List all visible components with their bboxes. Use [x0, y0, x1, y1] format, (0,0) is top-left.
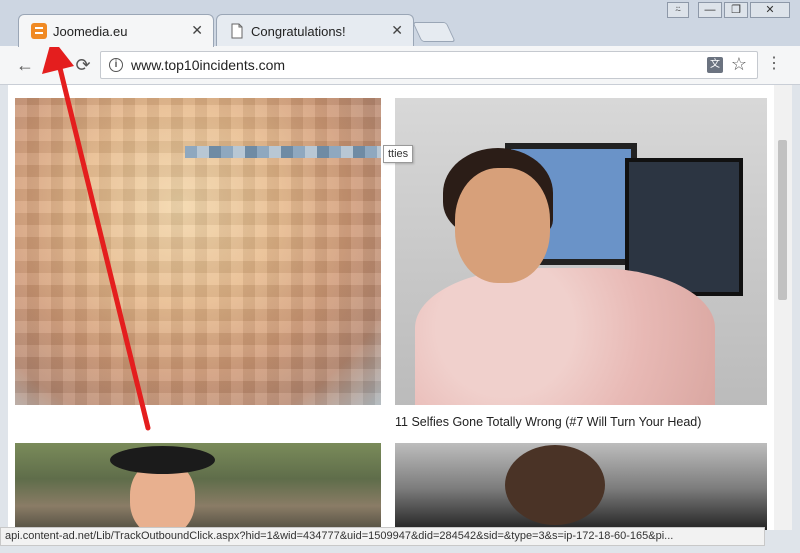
close-window-button[interactable]: ✕	[750, 2, 790, 18]
tooltip: tties	[383, 145, 414, 163]
translate-icon[interactable]: 文	[707, 57, 723, 73]
tab-joomedia[interactable]: Joomedia.eu ✕	[18, 14, 214, 47]
blogger-icon	[31, 23, 47, 39]
url-text[interactable]: www.top10incidents.com	[131, 57, 285, 73]
tab-label: Congratulations!	[251, 24, 346, 39]
reload-button[interactable]: ⟳	[72, 54, 94, 76]
new-tab-button[interactable]	[412, 22, 456, 42]
forward-button[interactable]: →	[44, 54, 66, 76]
status-bar: api.content-ad.net/Lib/TrackOutboundClic…	[0, 527, 765, 546]
info-icon[interactable]: i	[109, 58, 123, 72]
scrollbar-thumb[interactable]	[778, 140, 787, 300]
maximize-button[interactable]: ❐	[724, 2, 748, 18]
bookmark-star-icon[interactable]: ☆	[731, 54, 747, 75]
tab-congratulations[interactable]: Congratulations! ✕	[216, 14, 414, 46]
hat-woman-ad-image[interactable]	[15, 443, 381, 530]
browser-window: Joomedia.eu ✕ Congratulations! ✕ ⍨ — ❐ ✕…	[0, 0, 800, 553]
person-shape	[415, 268, 715, 405]
close-icon[interactable]: ✕	[191, 22, 203, 38]
address-bar[interactable]: i www.top10incidents.com 文 ☆	[100, 51, 758, 79]
pixelated-band	[185, 146, 381, 158]
close-icon[interactable]: ✕	[391, 22, 403, 38]
document-icon	[231, 23, 243, 39]
hat-shape	[110, 446, 215, 474]
head-shape	[455, 168, 550, 283]
tab-label: Joomedia.eu	[53, 24, 128, 39]
tab-strip: Joomedia.eu ✕ Congratulations! ✕ ⍨ — ❐ ✕	[0, 0, 800, 47]
ad-caption[interactable]: 11 Selfies Gone Totally Wrong (#7 Will T…	[395, 415, 701, 429]
pixelated-ad-image[interactable]	[15, 98, 381, 405]
minimize-button[interactable]: —	[698, 2, 722, 18]
selfie-ad-image[interactable]	[395, 98, 767, 405]
back-button[interactable]: ←	[14, 54, 36, 76]
menu-icon[interactable]: ⋮	[766, 55, 782, 73]
dark-ad-image[interactable]	[395, 443, 767, 530]
scrollbar[interactable]	[774, 85, 792, 530]
head-shape	[505, 445, 605, 525]
user-icon[interactable]: ⍨	[667, 2, 689, 18]
toolbar: ← → ⟳ i www.top10incidents.com 文 ☆ ⋮	[0, 46, 800, 85]
